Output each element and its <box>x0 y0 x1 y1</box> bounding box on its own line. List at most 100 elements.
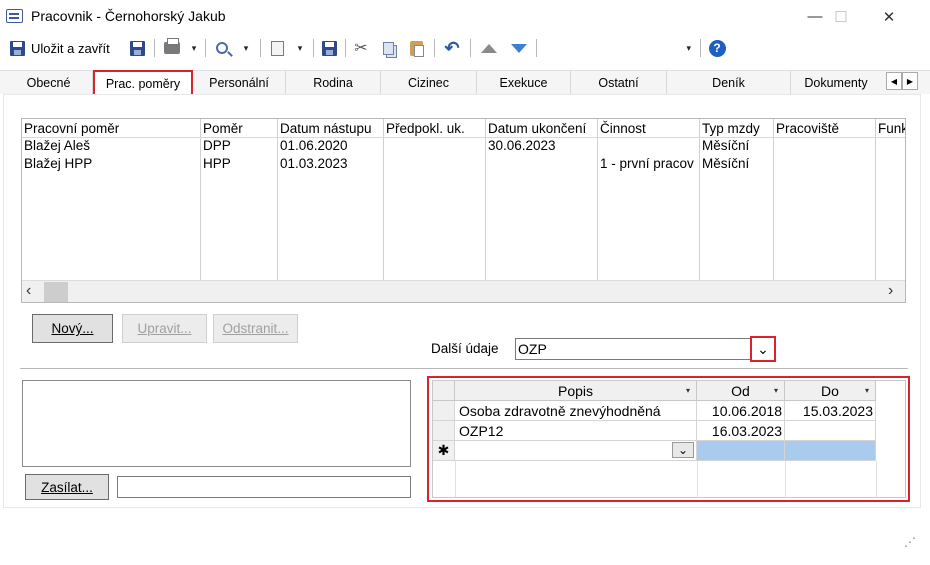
scroll-left-icon[interactable]: ‹ <box>26 282 31 300</box>
previous-record-button[interactable] <box>478 37 500 59</box>
column-divider <box>876 461 877 497</box>
tab-personalni[interactable]: Personální <box>193 71 286 95</box>
new-button-label: Nový... <box>51 321 94 336</box>
tab-denik[interactable]: Deník <box>667 71 791 95</box>
tab-scroll-right-button[interactable]: ▶ <box>902 72 918 90</box>
column-divider <box>485 119 486 281</box>
column-header[interactable]: Typ mzdy <box>702 121 760 136</box>
table-cell[interactable]: 01.03.2023 <box>280 156 380 171</box>
table-cell[interactable]: HPP <box>203 156 275 171</box>
column-header-do[interactable]: Do ▾ <box>785 381 876 401</box>
table-cell[interactable]: 10.06.2018 <box>697 401 785 421</box>
arrow-left-icon: ◀ <box>890 76 898 86</box>
close-button[interactable]: ✕ <box>866 0 912 33</box>
column-header[interactable]: Datum nástupu <box>280 121 372 136</box>
maximize-button[interactable]: ☐ <box>818 0 864 33</box>
table-cell[interactable]: OZP12 <box>455 421 697 441</box>
preview-dropdown-button[interactable]: ▾ <box>237 37 255 59</box>
title-bar: Pracovnik - Černohorský Jakub — ☐ ✕ <box>0 0 930 33</box>
tab-rodina[interactable]: Rodina <box>286 71 381 95</box>
save-button[interactable] <box>125 37 149 59</box>
toolbar-divider <box>345 39 346 57</box>
cut-button[interactable]: ✂ <box>350 37 372 59</box>
table-cell[interactable]: Blažej HPP <box>24 156 198 171</box>
table-cell[interactable]: 15.03.2023 <box>785 401 876 421</box>
new-row-popis-cell[interactable]: ⌄ <box>455 441 697 461</box>
save-record-button[interactable] <box>317 37 341 59</box>
column-header[interactable]: Činnost <box>600 121 646 136</box>
table-cell[interactable]: DPP <box>203 138 275 153</box>
tab-ostatni[interactable]: Ostatní <box>571 71 667 95</box>
toolbar-divider <box>313 39 314 57</box>
tab-cizinec[interactable]: Cizinec <box>381 71 477 95</box>
column-header-label: Popis <box>557 382 594 399</box>
next-record-button[interactable] <box>508 37 530 59</box>
additional-data-select[interactable]: OZP <box>515 338 773 360</box>
save-and-close-button[interactable]: Uložit a zavřít <box>10 37 118 59</box>
table-cell[interactable]: 01.06.2020 <box>280 138 380 153</box>
preview-button[interactable] <box>210 37 234 59</box>
scrollbar-thumb[interactable] <box>44 282 68 302</box>
save-icon <box>129 40 145 56</box>
document-button[interactable] <box>265 37 289 59</box>
column-header[interactable]: Předpokl. uk. <box>386 121 465 136</box>
new-row-od-cell[interactable] <box>697 441 785 461</box>
column-header[interactable]: Pracovní poměr <box>24 121 119 136</box>
table-cell[interactable]: Měsíční <box>702 138 772 153</box>
print-icon <box>164 38 180 54</box>
column-header-od[interactable]: Od ▾ <box>697 381 785 401</box>
tab-dokumenty[interactable]: Dokumenty <box>791 71 881 95</box>
column-divider <box>277 119 278 281</box>
document-dropdown-button[interactable]: ▾ <box>291 37 309 59</box>
column-header-popis[interactable]: Popis ▾ <box>455 381 697 401</box>
row-selector[interactable] <box>433 421 455 441</box>
tab-obecne[interactable]: Obecné <box>5 71 93 95</box>
help-button[interactable]: ? <box>705 37 729 59</box>
notes-textarea[interactable] <box>22 380 411 467</box>
send-button-label: Zasílat... <box>41 479 93 495</box>
scroll-right-icon[interactable]: › <box>888 282 893 300</box>
copy-button[interactable] <box>377 37 399 59</box>
table-cell[interactable] <box>785 421 876 441</box>
toolbar-combo[interactable]: ▾ <box>540 37 695 59</box>
send-input[interactable] <box>117 476 411 498</box>
table-cell[interactable]: Osoba zdravotně znevýhodněná <box>455 401 697 421</box>
new-row-marker-icon[interactable]: ✱ <box>433 441 455 461</box>
chevron-down-icon[interactable]: ⌄ <box>672 442 694 458</box>
ozp-table[interactable]: Popis ▾ Od ▾ Do ▾ Osoba zdravotně znevýh… <box>432 380 906 498</box>
sort-arrow-icon[interactable]: ▾ <box>774 386 778 395</box>
tab-exekuce[interactable]: Exekuce <box>477 71 571 95</box>
column-divider <box>200 119 201 281</box>
horizontal-scrollbar[interactable]: ‹ › <box>22 280 905 302</box>
new-row-do-cell[interactable] <box>785 441 876 461</box>
table-cell[interactable]: Měsíční <box>702 156 772 171</box>
undo-button[interactable]: ↶ <box>440 37 464 59</box>
tab-scroll-left-button[interactable]: ◀ <box>886 72 902 90</box>
column-header[interactable]: Datum ukončení <box>488 121 586 136</box>
column-header[interactable]: Poměr <box>203 121 243 136</box>
row-selector[interactable] <box>433 401 455 421</box>
document-icon <box>270 40 284 56</box>
edit-button[interactable]: Upravit... <box>122 314 207 343</box>
table-cell[interactable]: 30.06.2023 <box>488 138 594 153</box>
remove-button[interactable]: Odstranit... <box>213 314 298 343</box>
table-cell[interactable]: Blažej Aleš <box>24 138 198 153</box>
table-cell[interactable]: 16.03.2023 <box>697 421 785 441</box>
sort-arrow-icon[interactable]: ▾ <box>686 386 690 395</box>
column-divider <box>773 119 774 281</box>
chevron-down-icon: ▾ <box>686 42 691 53</box>
new-button[interactable]: Nový... <box>32 314 113 343</box>
table-cell[interactable]: 1 - první pracov <box>600 156 697 171</box>
resize-grip-icon[interactable]: ⋰ <box>904 535 916 549</box>
paste-button[interactable] <box>405 37 427 59</box>
toolbar-divider <box>700 39 701 57</box>
print-dropdown-button[interactable]: ▾ <box>185 37 203 59</box>
employment-table[interactable]: Pracovní poměr Poměr Datum nástupu Předp… <box>21 118 906 303</box>
sort-arrow-icon[interactable]: ▾ <box>865 386 869 395</box>
print-button[interactable] <box>160 37 184 59</box>
send-button[interactable]: Zasílat... <box>25 474 109 500</box>
additional-data-dropdown-button[interactable]: ⌄ <box>750 336 776 362</box>
column-header[interactable]: Funk <box>878 121 905 136</box>
chevron-down-icon: ▾ <box>243 42 249 53</box>
column-header[interactable]: Pracoviště <box>776 121 839 136</box>
